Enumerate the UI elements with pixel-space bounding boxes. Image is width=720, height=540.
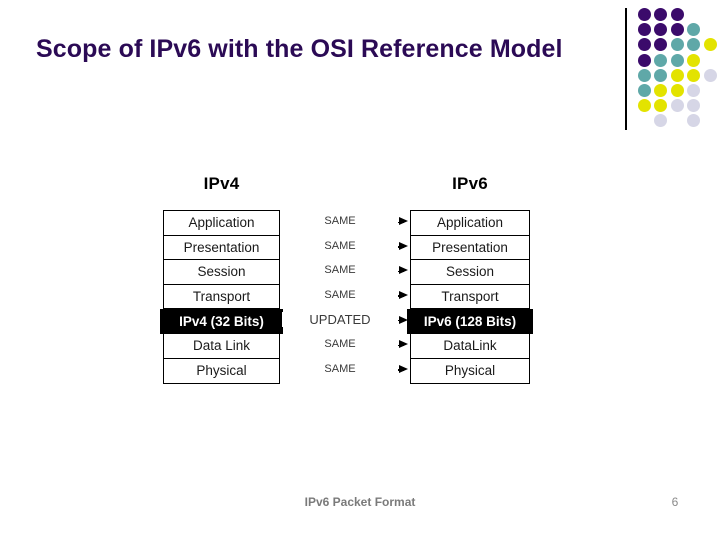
- ipv4-layer-row: Session: [164, 260, 279, 285]
- decorative-dot: [638, 38, 651, 52]
- decorative-dot: [670, 38, 684, 52]
- connector-label: SAME: [282, 287, 398, 303]
- ipv4-layer-row: Data Link: [164, 333, 279, 359]
- ipv6-layer-label: Session: [445, 264, 495, 280]
- connector-row: SAME: [282, 358, 410, 383]
- connector-row: SAME: [282, 333, 410, 358]
- decorative-dot: [687, 68, 701, 82]
- decorative-dot: [687, 99, 701, 113]
- connector-label-text: SAME: [321, 214, 359, 229]
- connector-label-text: SAME: [321, 287, 359, 303]
- decorative-dot: [654, 68, 668, 82]
- decorative-dot: [670, 68, 684, 82]
- page-title: Scope of IPv6 with the OSI Reference Mod…: [36, 35, 563, 63]
- connector-row: SAME: [282, 284, 410, 309]
- ipv6-layer-label: Application: [436, 215, 504, 231]
- ipv4-layer-row: Presentation: [164, 235, 279, 261]
- ipv6-protocol-stack: Application Presentation Session Transport I…: [407, 210, 533, 385]
- ipv4-layer-label: IPv4 (32 Bits): [179, 313, 264, 329]
- decorative-dot: [670, 8, 684, 21]
- connector-label: SAME: [282, 214, 398, 229]
- decorative-dot: [703, 68, 717, 82]
- decorative-dot: [687, 53, 701, 67]
- decorative-dot-grid: [638, 8, 717, 130]
- ipv6-layer-row: Application: [411, 211, 529, 236]
- decorative-dot: [638, 23, 651, 37]
- decorative-dot: [638, 84, 651, 97]
- decorative-dot: [687, 23, 701, 37]
- connector-label: SAME: [282, 238, 398, 254]
- ipv6-layer-row: Transport: [411, 284, 529, 310]
- decorative-dot: [687, 38, 701, 52]
- decorative-dot: [670, 53, 684, 67]
- arrow-head-icon: [399, 290, 408, 299]
- ipv6-layer-label: IPv6 (128 Bits): [423, 313, 517, 329]
- ipv4-layer-label: Presentation: [183, 239, 260, 255]
- connector-label: UPDATED: [282, 312, 398, 328]
- decorative-dot: [638, 8, 651, 21]
- connector-arrows-group: SAME SAME SAME SAME UPDATED SAME SAME: [282, 210, 410, 384]
- connector-label-text: SAME: [321, 263, 359, 279]
- decorative-dot: [654, 38, 668, 52]
- decorative-dot: [654, 23, 668, 37]
- ipv6-layer-label: Presentation: [432, 239, 508, 255]
- footer-title: IPv6 Packet Format: [304, 495, 416, 509]
- connector-label-text: UPDATED: [306, 312, 374, 328]
- decorative-dot: [703, 38, 717, 52]
- arrow-head-icon: [399, 364, 408, 373]
- connector-label-text: SAME: [321, 336, 359, 352]
- ipv6-layer-row: Presentation: [411, 235, 529, 261]
- decorative-dot: [638, 99, 651, 113]
- ipv4-protocol-stack: Application Presentation Session Transport I…: [160, 210, 283, 385]
- ipv6-column-heading: IPv6: [452, 174, 488, 193]
- decorative-dot: [654, 8, 668, 21]
- ipv4-layer-row: Transport: [164, 284, 279, 310]
- footer-page-number: 6: [671, 495, 679, 509]
- arrow-head-icon: [399, 340, 408, 349]
- ipv4-layer-label: Session: [197, 264, 246, 280]
- connector-label: SAME: [282, 336, 398, 352]
- ipv6-layer-label: DataLink: [443, 338, 497, 354]
- ipv4-layer-row: Physical: [164, 358, 279, 384]
- ipv6-layer-label: Physical: [444, 363, 496, 379]
- ipv4-column-heading: IPv4: [203, 174, 240, 193]
- decorative-dot: [670, 23, 684, 37]
- arrow-head-icon: [399, 266, 408, 275]
- ipv4-layer-label: Application: [188, 215, 255, 231]
- ipv4-layer-row: Application: [164, 211, 279, 236]
- connector-label: SAME: [282, 263, 398, 279]
- decorative-dot: [670, 84, 684, 97]
- decorative-dot: [654, 114, 668, 128]
- ipv6-layer-row: IPv6 (128 Bits): [407, 309, 533, 334]
- ipv4-layer-label: Physical: [196, 363, 247, 379]
- osi-comparison-diagram: IPv4 IPv6 Application Presentation Session…: [0, 165, 720, 390]
- arrow-head-icon: [399, 217, 408, 226]
- ipv4-layer-row: IPv4 (32 Bits): [160, 309, 283, 334]
- decorative-dot: [687, 84, 701, 97]
- decorative-dot: [654, 99, 668, 113]
- decorative-dot: [638, 53, 651, 67]
- decorative-dot: [687, 114, 701, 128]
- ipv6-layer-row: Session: [411, 260, 529, 285]
- ipv6-layer-row: Physical: [411, 358, 529, 384]
- connector-row: SAME: [282, 235, 410, 260]
- decorative-dot: [654, 53, 668, 67]
- arrow-head-icon: [399, 241, 408, 250]
- decorative-divider-line: [625, 8, 627, 130]
- ipv4-layer-label: Data Link: [192, 338, 251, 354]
- ipv6-layer-label: Transport: [441, 289, 499, 305]
- ipv6-layer-row: DataLink: [411, 333, 529, 359]
- connector-row: SAME: [282, 210, 410, 235]
- connector-label-text: SAME: [321, 238, 359, 254]
- connector-label: SAME: [282, 361, 398, 377]
- decorative-dot: [654, 84, 668, 97]
- connector-label-text: SAME: [321, 361, 359, 377]
- connector-row: UPDATED: [282, 308, 410, 333]
- decorative-dot: [638, 68, 651, 82]
- ipv4-layer-label: Transport: [192, 289, 251, 305]
- connector-row: SAME: [282, 259, 410, 284]
- decorative-dot: [670, 99, 684, 113]
